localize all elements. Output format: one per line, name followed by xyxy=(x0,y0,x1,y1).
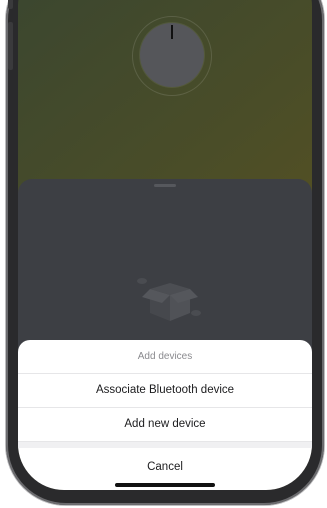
associate-bluetooth-option[interactable]: Associate Bluetooth device xyxy=(18,374,312,408)
add-new-device-option[interactable]: Add new device xyxy=(18,408,312,442)
cancel-button[interactable]: Cancel xyxy=(18,448,312,484)
action-sheet: Add devices Associate Bluetooth device A… xyxy=(18,340,312,490)
empty-box-illustration xyxy=(137,278,201,321)
sheet-title: Add devices xyxy=(18,340,312,374)
panel-grabber[interactable] xyxy=(154,184,176,187)
home-indicator[interactable] xyxy=(115,483,215,487)
dial-knob-icon[interactable] xyxy=(140,23,204,87)
knob-indicator xyxy=(171,25,173,39)
mute-switch xyxy=(8,0,13,9)
volume-button xyxy=(8,22,13,70)
app-screen: Add devices Associate Bluetooth device A… xyxy=(18,0,312,490)
